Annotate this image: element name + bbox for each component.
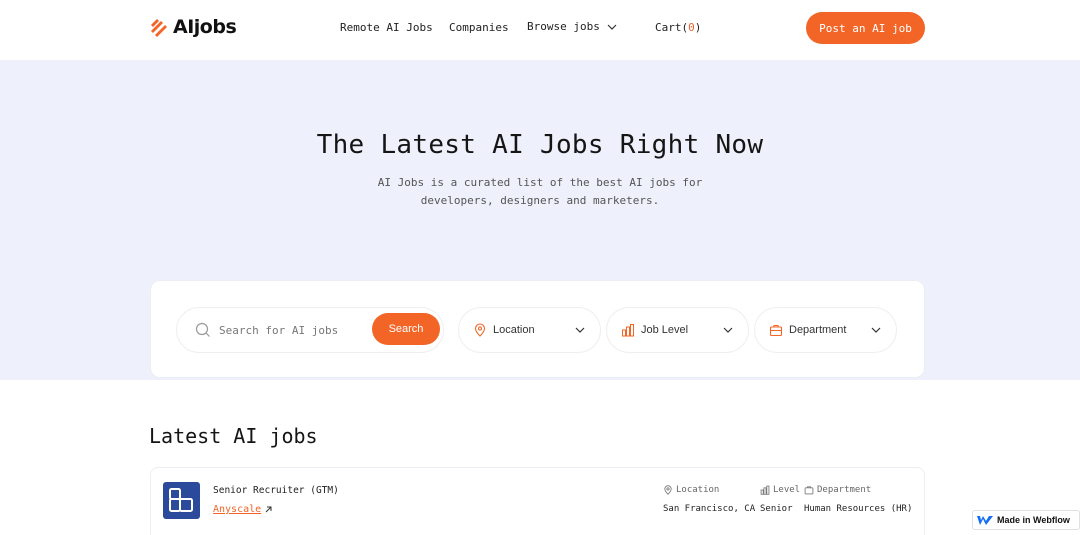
location-header: Location bbox=[663, 485, 719, 495]
bar-chart-icon bbox=[760, 485, 770, 495]
anyscale-logo-icon bbox=[169, 488, 193, 512]
arrow-up-right-icon bbox=[265, 506, 272, 513]
nav-browse-label: Browse jobs bbox=[527, 20, 600, 33]
company-name: Anyscale bbox=[213, 504, 262, 515]
department-filter-label: Department bbox=[789, 324, 847, 336]
job-level-filter[interactable]: Job Level bbox=[606, 307, 749, 353]
cart-label: Cart( bbox=[655, 21, 689, 34]
job-department: Human Resources (HR) bbox=[804, 504, 913, 514]
search-icon bbox=[195, 322, 210, 337]
search-box: Search bbox=[176, 307, 444, 353]
chevron-down-icon bbox=[871, 327, 881, 333]
chevron-down-icon bbox=[575, 327, 585, 333]
location-filter-label: Location bbox=[493, 324, 535, 336]
webflow-icon bbox=[977, 515, 993, 525]
webflow-badge[interactable]: Made in Webflow bbox=[972, 510, 1080, 530]
level-header-label: Level bbox=[773, 485, 801, 495]
briefcase-icon bbox=[804, 486, 814, 495]
department-filter[interactable]: Department bbox=[754, 307, 897, 353]
cart-close: ) bbox=[694, 21, 702, 34]
job-location: San Francisco, CA bbox=[663, 504, 756, 514]
company-link[interactable]: Anyscale bbox=[213, 504, 273, 515]
nav-cart[interactable]: Cart(0) bbox=[655, 21, 701, 34]
level-header: Level bbox=[760, 485, 800, 495]
search-button[interactable]: Search bbox=[372, 313, 440, 345]
hero-subtitle-line-2: developers, designers and marketers. bbox=[420, 194, 660, 207]
bar-chart-icon bbox=[622, 324, 634, 337]
department-header: Department bbox=[804, 485, 871, 495]
job-level-filter-label: Job Level bbox=[641, 324, 689, 336]
page-title: The Latest AI Jobs Right Now bbox=[316, 130, 764, 160]
job-level: Senior bbox=[760, 504, 793, 514]
nav-browse-jobs[interactable]: Browse jobs bbox=[527, 20, 618, 33]
location-pin-icon bbox=[664, 485, 672, 495]
location-pin-icon bbox=[474, 323, 486, 337]
search-input[interactable] bbox=[219, 323, 369, 337]
department-header-label: Department bbox=[817, 485, 872, 495]
hero-subtitle: AI Jobs is a curated list of the best AI… bbox=[0, 174, 1080, 210]
brand-name: AIjobs bbox=[173, 16, 237, 38]
job-card[interactable]: Senior Recruiter (GTM) Anyscale Location… bbox=[150, 467, 925, 535]
chevron-down-icon bbox=[607, 24, 617, 30]
webflow-badge-label: Made in Webflow bbox=[997, 515, 1070, 525]
search-card: Search Location Job Level Department bbox=[150, 280, 925, 378]
location-header-label: Location bbox=[676, 485, 720, 495]
latest-jobs-heading: Latest AI jobs bbox=[149, 424, 318, 448]
post-job-button[interactable]: Post an AI job bbox=[806, 12, 925, 44]
chevron-down-icon bbox=[723, 327, 733, 333]
nav-remote-ai-jobs[interactable]: Remote AI Jobs bbox=[340, 21, 433, 34]
job-title[interactable]: Senior Recruiter (GTM) bbox=[213, 485, 339, 496]
top-nav: AIjobs Remote AI Jobs Companies Browse j… bbox=[0, 0, 1080, 60]
hero-subtitle-line-1: AI Jobs is a curated list of the best AI… bbox=[377, 176, 703, 189]
company-logo bbox=[163, 482, 200, 519]
location-filter[interactable]: Location bbox=[458, 307, 601, 353]
brand-logo[interactable]: AIjobs bbox=[149, 16, 237, 38]
nav-companies[interactable]: Companies bbox=[449, 21, 509, 34]
cart-count: 0 bbox=[688, 21, 695, 34]
briefcase-icon bbox=[769, 324, 783, 337]
logo-icon bbox=[151, 19, 167, 37]
